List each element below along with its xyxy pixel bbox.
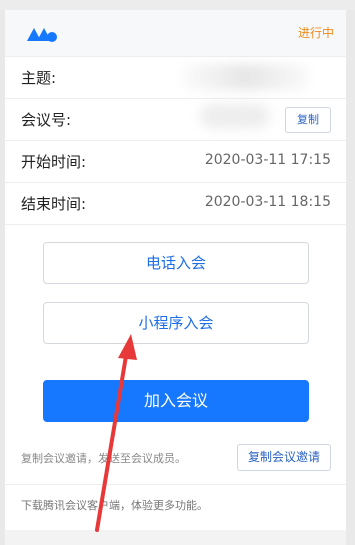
card-header: 进行中: [5, 10, 346, 57]
start-time-label: 开始时间:: [21, 153, 87, 171]
blurred-topic: [180, 64, 310, 90]
phone-join-button[interactable]: 电话入会: [43, 242, 309, 284]
bottom-strip: [5, 530, 346, 545]
meeting-card: 进行中 主题: 会议号: 复制 开始时间: 2020-03-11 17:15 结…: [5, 10, 346, 545]
miniprogram-join-button[interactable]: 小程序入会: [43, 302, 309, 344]
invite-hint: 复制会议邀请，发送至会议成员。: [21, 452, 186, 465]
end-time-label: 结束时间:: [21, 195, 87, 213]
top-band: [0, 0, 355, 10]
status-badge: 进行中: [297, 26, 334, 40]
join-meeting-button[interactable]: 加入会议: [43, 380, 309, 422]
topic-label: 主题:: [21, 69, 57, 87]
download-hint: 下载腾讯会议客户端，体验更多功能。: [21, 499, 208, 512]
divider: [5, 484, 346, 485]
start-time-value: 2020-03-11 17:15: [204, 152, 331, 168]
start-time-row: 开始时间: 2020-03-11 17:15: [5, 140, 346, 183]
blurred-meeting-id: [200, 104, 270, 128]
tencent-meeting-logo-icon: [27, 28, 57, 42]
end-time-value: 2020-03-11 18:15: [204, 194, 331, 210]
topic-row: 主题:: [5, 56, 346, 99]
meeting-id-label: 会议号:: [21, 111, 72, 129]
meeting-id-row: 会议号: 复制: [5, 98, 346, 141]
copy-invite-button[interactable]: 复制会议邀请: [237, 444, 331, 471]
end-time-row: 结束时间: 2020-03-11 18:15: [5, 182, 346, 225]
copy-button[interactable]: 复制: [285, 107, 331, 133]
